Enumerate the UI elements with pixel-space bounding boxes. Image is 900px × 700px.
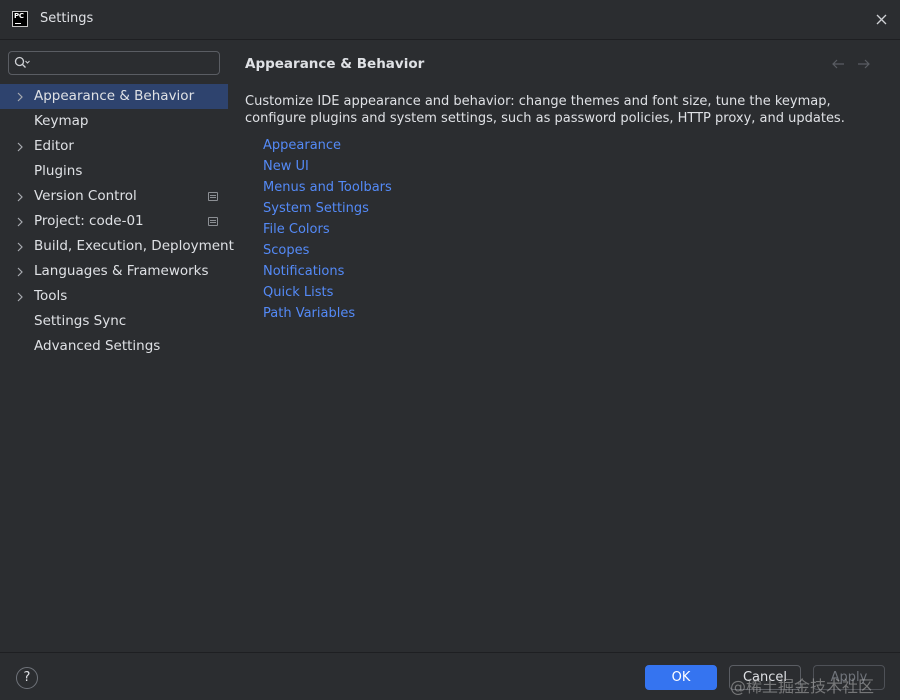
title-bar: PC Settings bbox=[0, 0, 900, 40]
chevron-right-icon[interactable] bbox=[16, 242, 24, 252]
sidebar-item-label: Advanced Settings bbox=[34, 338, 161, 354]
settings-sidebar: Appearance & Behavior Keymap Editor Plugins… bbox=[0, 41, 234, 652]
sidebar-item-appearance-behavior[interactable]: Appearance & Behavior bbox=[0, 84, 228, 109]
link-notifications[interactable]: Notifications bbox=[263, 263, 392, 284]
sidebar-item-version-control[interactable]: Version Control bbox=[0, 184, 229, 209]
chevron-right-icon[interactable] bbox=[16, 92, 24, 102]
chevron-right-icon[interactable] bbox=[16, 142, 24, 152]
sidebar-item-label: Appearance & Behavior bbox=[34, 88, 195, 104]
arrow-right-icon bbox=[858, 59, 870, 69]
search-input[interactable] bbox=[37, 54, 215, 72]
sidebar-item-label: Version Control bbox=[34, 188, 137, 204]
window-title: Settings bbox=[40, 11, 94, 26]
link-path-variables[interactable]: Path Variables bbox=[263, 305, 392, 326]
sidebar-item-languages-frameworks[interactable]: Languages & Frameworks bbox=[0, 259, 229, 284]
link-new-ui[interactable]: New UI bbox=[263, 158, 392, 179]
link-appearance[interactable]: Appearance bbox=[263, 137, 392, 158]
sidebar-item-settings-sync[interactable]: Settings Sync bbox=[0, 309, 229, 334]
help-button[interactable]: ? bbox=[16, 667, 38, 689]
settings-search-box[interactable] bbox=[8, 51, 220, 75]
section-description: Customize IDE appearance and behavior: c… bbox=[245, 94, 845, 126]
sidebar-item-project-code-01[interactable]: Project: code-01 bbox=[0, 209, 229, 234]
sidebar-item-label: Languages & Frameworks bbox=[34, 263, 209, 279]
sidebar-item-build-execution-deployment[interactable]: Build, Execution, Deployment bbox=[0, 234, 234, 259]
sidebar-item-label: Tools bbox=[34, 288, 68, 304]
sidebar-item-editor[interactable]: Editor bbox=[0, 134, 229, 159]
subsection-links: Appearance New UI Menus and Toolbars System… bbox=[263, 137, 392, 326]
close-button[interactable] bbox=[873, 11, 891, 29]
page-title: Appearance & Behavior bbox=[245, 56, 425, 72]
sidebar-item-label: Settings Sync bbox=[34, 313, 127, 329]
sidebar-item-tools[interactable]: Tools bbox=[0, 284, 229, 309]
chevron-right-icon[interactable] bbox=[16, 292, 24, 302]
sidebar-item-label: Plugins bbox=[34, 163, 83, 179]
chevron-right-icon[interactable] bbox=[16, 267, 24, 277]
sidebar-item-label: Editor bbox=[34, 138, 74, 154]
sidebar-item-label: Project: code-01 bbox=[34, 213, 144, 229]
sidebar-item-keymap[interactable]: Keymap bbox=[0, 109, 229, 134]
chevron-right-icon[interactable] bbox=[16, 217, 24, 227]
chevron-right-icon[interactable] bbox=[16, 192, 24, 202]
settings-tree: Appearance & Behavior Keymap Editor Plugins… bbox=[0, 84, 234, 359]
app-logo-text: PC bbox=[14, 12, 24, 20]
arrow-left-icon bbox=[832, 59, 844, 69]
link-system-settings[interactable]: System Settings bbox=[263, 200, 392, 221]
link-scopes[interactable]: Scopes bbox=[263, 242, 392, 263]
sidebar-item-label: Keymap bbox=[34, 113, 89, 129]
sidebar-item-plugins[interactable]: Plugins bbox=[0, 159, 229, 184]
project-level-icon bbox=[208, 217, 218, 226]
sidebar-item-label: Build, Execution, Deployment bbox=[34, 238, 234, 254]
pycharm-logo-icon: PC bbox=[12, 11, 28, 27]
project-level-icon bbox=[208, 192, 218, 201]
link-menus-and-toolbars[interactable]: Menus and Toolbars bbox=[263, 179, 392, 200]
watermark-text: @稀土掘金技术社区 bbox=[730, 677, 875, 696]
link-file-colors[interactable]: File Colors bbox=[263, 221, 392, 242]
forward-button[interactable] bbox=[857, 58, 871, 70]
sidebar-item-advanced-settings[interactable]: Advanced Settings bbox=[0, 334, 229, 359]
link-quick-lists[interactable]: Quick Lists bbox=[263, 284, 392, 305]
close-icon bbox=[876, 14, 887, 25]
ok-button[interactable]: OK bbox=[645, 665, 717, 690]
settings-content: Appearance & Behavior Customize IDE appe… bbox=[229, 41, 900, 652]
back-button[interactable] bbox=[831, 58, 845, 70]
search-icon bbox=[14, 56, 30, 68]
